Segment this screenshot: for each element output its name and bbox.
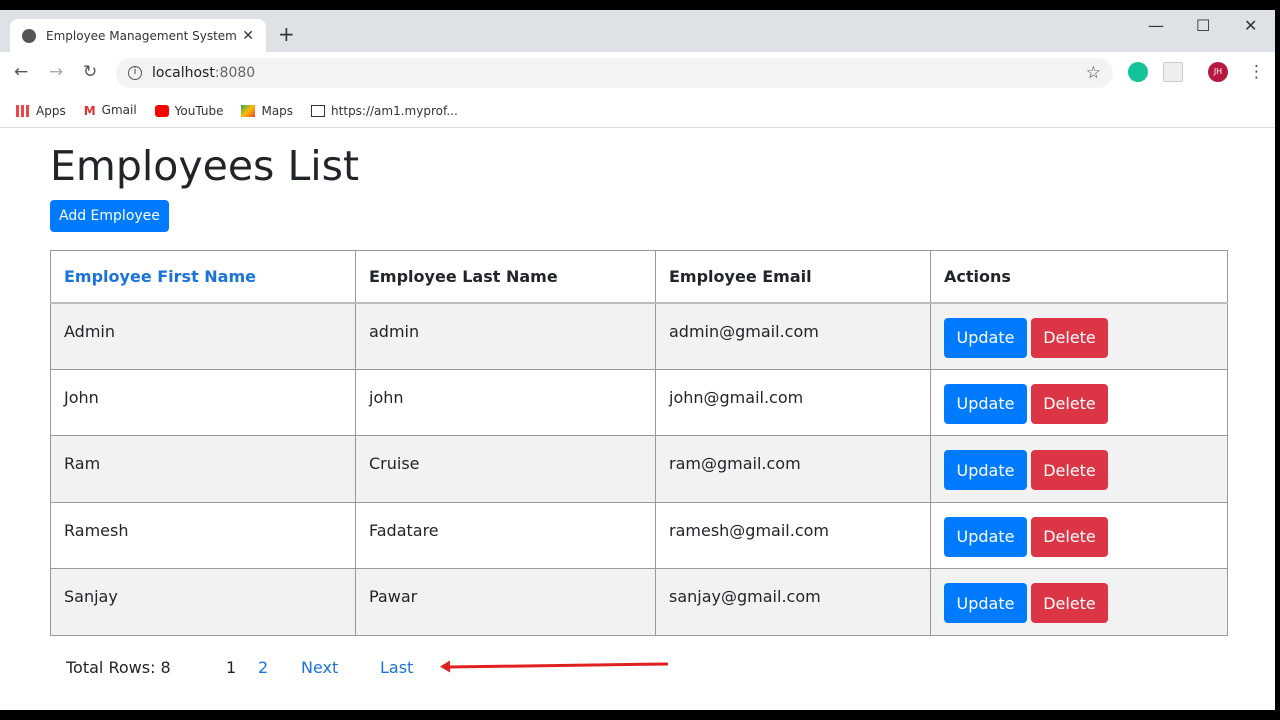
last-name-cell: Fadatare xyxy=(355,501,656,569)
table-row: Ram Cruise ram@gmail.com Update Delete xyxy=(50,435,1228,503)
actions-cell: Update Delete xyxy=(930,435,1228,503)
update-button[interactable]: Update xyxy=(944,516,1027,557)
email-cell: john@gmail.com xyxy=(655,368,931,436)
last-name-cell: john xyxy=(355,368,656,436)
apps-grid-icon xyxy=(16,105,30,117)
add-employee-button[interactable]: Add Employee xyxy=(50,200,169,232)
gmail-icon: M xyxy=(83,103,96,118)
last-name-cell: admin xyxy=(355,302,656,370)
first-name-cell: Ram xyxy=(50,435,356,503)
bookmarks-bar: Apps M Gmail YouTube Maps https://am1.myp… xyxy=(0,94,1275,128)
bookmark-star-icon[interactable]: ☆ xyxy=(1086,63,1101,83)
header-last-name: Employee Last Name xyxy=(355,250,656,304)
table-row: John john john@gmail.com Update Delete xyxy=(50,368,1228,436)
url-port: :8080 xyxy=(214,65,256,81)
new-tab-icon[interactable]: + xyxy=(278,22,295,46)
youtube-icon xyxy=(154,105,169,117)
tab-title: Employee Management System xyxy=(46,28,237,43)
email-cell: ramesh@gmail.com xyxy=(655,501,931,569)
bookmark-apps[interactable]: Apps xyxy=(16,104,66,118)
url-host: localhost xyxy=(152,65,215,81)
update-button[interactable]: Update xyxy=(944,383,1027,424)
grammarly-icon[interactable] xyxy=(1128,62,1148,82)
mail-envelope-icon xyxy=(311,105,326,117)
delete-button[interactable]: Delete xyxy=(1031,516,1108,557)
next-link[interactable]: Next xyxy=(301,658,380,677)
first-name-cell: Admin xyxy=(50,302,356,370)
bookmark-label: Maps xyxy=(261,103,294,118)
delete-button[interactable]: Delete xyxy=(1031,583,1108,623)
total-rows: Total Rows: 8 xyxy=(66,657,171,677)
email-cell: admin@gmail.com xyxy=(655,302,931,370)
bookmark-label: https://am1.myprof... xyxy=(331,103,458,118)
update-button[interactable]: Update xyxy=(944,583,1027,623)
info-icon[interactable]: i xyxy=(128,66,142,80)
actions-cell: Update Delete xyxy=(930,302,1228,370)
delete-button[interactable]: Delete xyxy=(1031,317,1108,358)
reload-icon[interactable]: ↻ xyxy=(83,62,97,82)
extension-icon[interactable] xyxy=(1163,62,1183,82)
update-button[interactable]: Update xyxy=(944,317,1027,358)
first-name-cell: John xyxy=(50,368,356,436)
actions-cell: Update Delete xyxy=(930,368,1228,436)
url-input[interactable]: i localhost:8080 ☆ xyxy=(116,58,1113,88)
annotation-arrow xyxy=(447,661,669,669)
last-link[interactable]: Last xyxy=(380,658,413,677)
page-2-link[interactable]: 2 xyxy=(258,658,301,677)
table-row: Ramesh Fadatare ramesh@gmail.com Update Dele… xyxy=(50,501,1228,569)
delete-button[interactable]: Delete xyxy=(1031,450,1108,490)
table-row: Admin admin admin@gmail.com Update Delete xyxy=(50,302,1228,370)
page-content: Employees List Add Employee Employee Fir… xyxy=(50,128,1228,677)
page-title: Employees List xyxy=(50,142,360,190)
header-actions: Actions xyxy=(930,250,1228,304)
first-name-cell: Sanjay xyxy=(50,568,356,636)
employees-table: Employee First Name Employee Last Name E… xyxy=(50,250,1228,636)
minimize-icon[interactable]: — xyxy=(1148,16,1164,35)
last-name-cell: Pawar xyxy=(355,568,656,636)
delete-button[interactable]: Delete xyxy=(1031,383,1108,424)
menu-icon[interactable]: ⋮ xyxy=(1248,62,1265,82)
update-button[interactable]: Update xyxy=(944,450,1027,490)
bookmark-myprof[interactable]: https://am1.myprof... xyxy=(311,104,458,118)
pagination: Total Rows: 8 1 2 Next Last xyxy=(50,658,1228,677)
bookmark-label: Apps xyxy=(36,103,66,118)
avatar[interactable]: JH xyxy=(1208,62,1228,82)
forward-icon[interactable]: → xyxy=(49,62,63,82)
maps-icon xyxy=(241,105,256,117)
tab-bar: Employee Management System ✕ + — ☐ ✕ xyxy=(0,10,1275,52)
last-name-cell: Cruise xyxy=(355,435,656,503)
header-first-name[interactable]: Employee First Name xyxy=(50,250,356,304)
actions-cell: Update Delete xyxy=(930,568,1228,636)
bookmark-youtube[interactable]: YouTube xyxy=(154,103,224,118)
bookmark-label: Gmail xyxy=(101,103,137,118)
back-icon[interactable]: ← xyxy=(14,62,28,82)
header-email: Employee Email xyxy=(655,250,931,304)
first-name-cell: Ramesh xyxy=(50,501,356,569)
email-cell: sanjay@gmail.com xyxy=(655,568,931,636)
actions-cell: Update Delete xyxy=(930,501,1228,569)
page-1: 1 xyxy=(226,657,237,677)
browser-tab[interactable]: Employee Management System ✕ xyxy=(10,19,266,52)
email-cell: ram@gmail.com xyxy=(655,435,931,503)
maximize-icon[interactable]: ☐ xyxy=(1196,16,1210,35)
bookmark-maps[interactable]: Maps xyxy=(241,104,293,118)
close-window-icon[interactable]: ✕ xyxy=(1244,16,1257,35)
table-row: Sanjay Pawar sanjay@gmail.com Update Delete xyxy=(50,568,1228,636)
bookmark-label: YouTube xyxy=(174,103,224,118)
globe-icon xyxy=(22,28,36,43)
browser-window: Employee Management System ✕ + — ☐ ✕ ← → … xyxy=(0,10,1275,710)
bookmark-gmail[interactable]: M Gmail xyxy=(84,103,137,118)
address-bar-row: ← → ↻ i localhost:8080 ☆ JH ⋮ xyxy=(0,52,1275,94)
close-tab-icon[interactable]: ✕ xyxy=(242,28,254,44)
